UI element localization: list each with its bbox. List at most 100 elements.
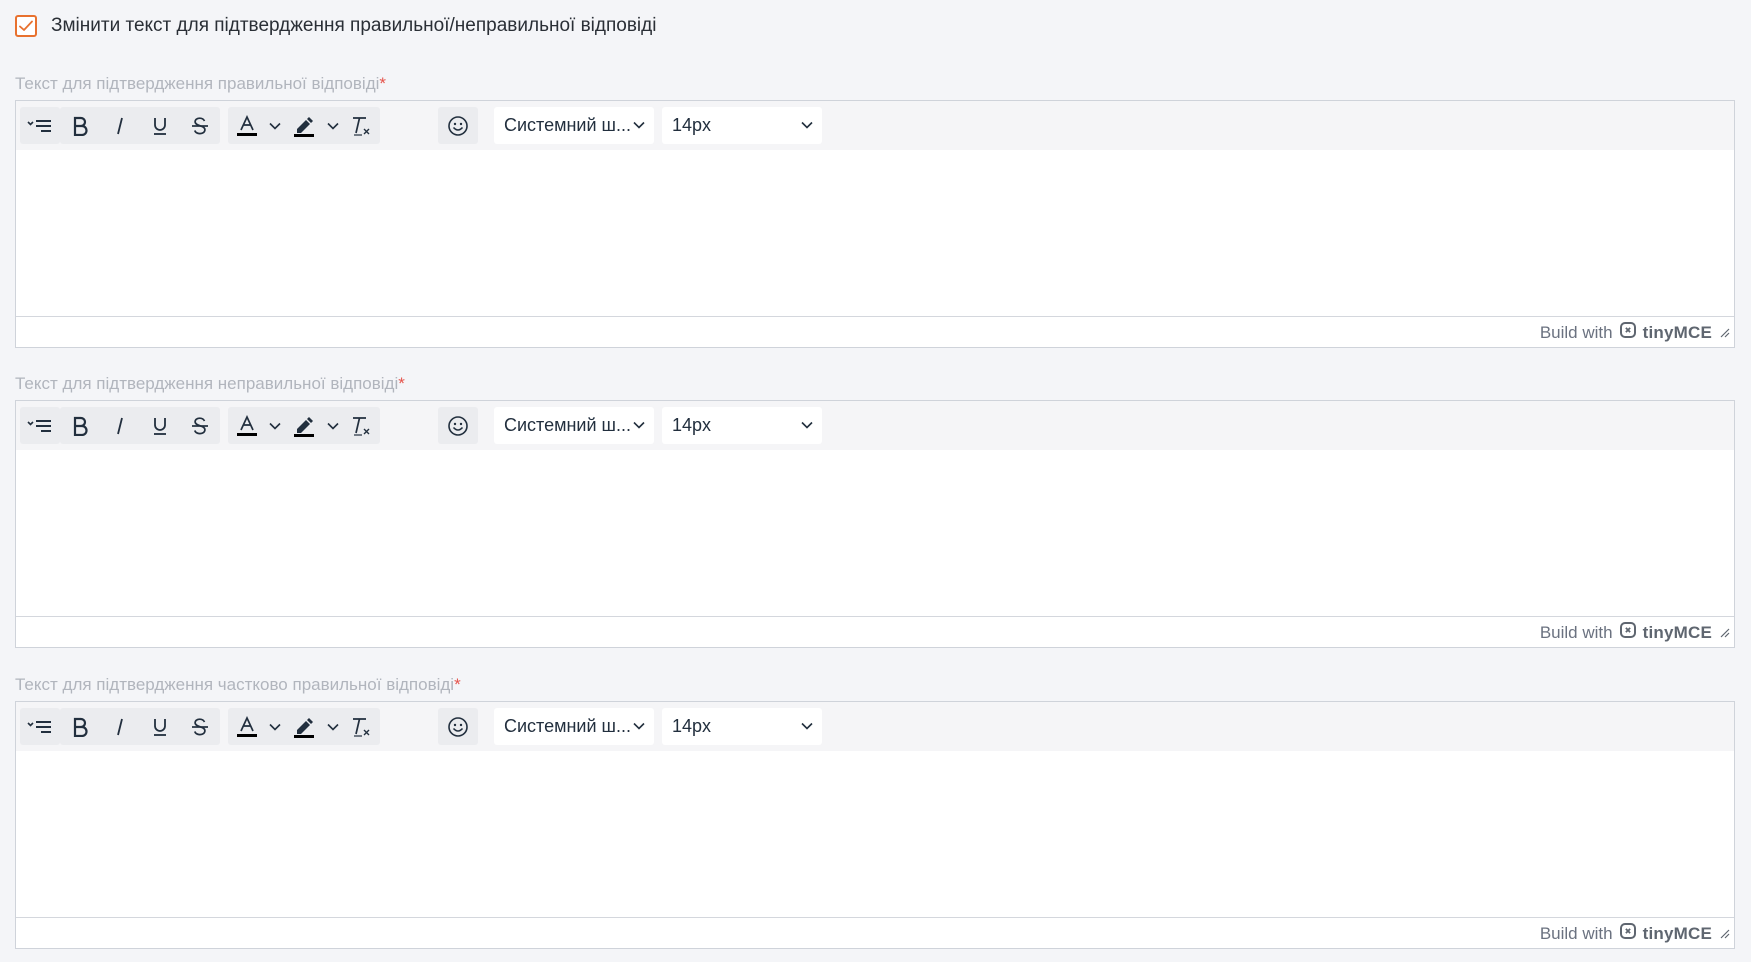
highlight-color-dropdown[interactable]: [323, 708, 343, 745]
chevron-down-icon: [268, 720, 282, 734]
font-size-select[interactable]: 14px: [662, 708, 822, 745]
highlight-color-button[interactable]: [285, 407, 322, 444]
emoji-icon: [447, 115, 469, 137]
bold-button[interactable]: [60, 407, 100, 444]
highlight-color-dropdown[interactable]: [323, 107, 343, 144]
italic-button[interactable]: [100, 407, 140, 444]
italic-icon: [111, 116, 129, 136]
tinymce-branding-link[interactable]: Build with tinyMCE: [1540, 622, 1712, 643]
branding-name: tinyMCE: [1642, 622, 1712, 642]
chevron-down-icon: [800, 416, 814, 437]
rich-text-editor: Системний ш... 14px Build with tinyMCE: [15, 100, 1735, 348]
rich-text-editor: Системний ш... 14px Build with tinyMCE: [15, 701, 1735, 949]
resize-handle-icon[interactable]: [1720, 325, 1730, 343]
strikethrough-button[interactable]: [180, 107, 220, 144]
font-family-select[interactable]: Системний ш...: [494, 708, 654, 745]
emoji-button[interactable]: [438, 708, 478, 745]
checkbox[interactable]: [15, 15, 37, 37]
strikethrough-button[interactable]: [180, 407, 220, 444]
checkbox-label: Змінити текст для підтвердження правильн…: [51, 15, 657, 36]
highlight-icon: [293, 415, 315, 437]
toolbar-group-formatting: [60, 407, 220, 444]
editor-statusbar: Build with tinyMCE: [16, 316, 1734, 347]
font-family-select[interactable]: Системний ш...: [494, 107, 654, 144]
toolbar-group-emoji: [438, 708, 478, 745]
strikethrough-icon: [190, 416, 210, 436]
text-color-button[interactable]: [228, 708, 265, 745]
field-label: Текст для підтвердження правильної відпо…: [15, 74, 387, 93]
font-family-value: Системний ш...: [504, 115, 631, 135]
font-size-select[interactable]: 14px: [662, 107, 822, 144]
editor-toolbar: Системний ш... 14px: [16, 101, 1734, 151]
clear-formatting-button[interactable]: [343, 407, 380, 444]
chevron-down-icon: [632, 416, 646, 437]
toolbar-group-formatting: [60, 708, 220, 745]
toolbar-group-emoji: [438, 107, 478, 144]
branding-name: tinyMCE: [1642, 923, 1712, 943]
underline-button[interactable]: [140, 107, 180, 144]
font-family-select[interactable]: Системний ш...: [494, 407, 654, 444]
tinymce-logo-icon: [1619, 923, 1636, 944]
font-family-value: Системний ш...: [504, 716, 631, 736]
toolbar-group-colors: [228, 708, 380, 745]
field-label: Текст для підтвердження неправильної від…: [15, 374, 405, 393]
editor-toolbar: Системний ш... 14px: [16, 401, 1734, 451]
text-color-dropdown[interactable]: [265, 708, 285, 745]
underline-icon: [151, 717, 169, 737]
chevron-down-icon: [326, 720, 340, 734]
chevron-down-icon: [800, 717, 814, 738]
text-color-button[interactable]: [228, 107, 265, 144]
font-size-value: 14px: [672, 115, 712, 135]
highlight-color-button[interactable]: [285, 708, 322, 745]
emoji-button[interactable]: [438, 407, 478, 444]
text-color-dropdown[interactable]: [265, 407, 285, 444]
highlight-color-button[interactable]: [285, 107, 322, 144]
change-confirmation-text-toggle[interactable]: Змінити текст для підтвердження правильн…: [15, 15, 656, 37]
underline-button[interactable]: [140, 407, 180, 444]
underline-icon: [151, 116, 169, 136]
chevron-down-icon: [268, 419, 282, 433]
text-color-dropdown[interactable]: [265, 107, 285, 144]
highlight-color-dropdown[interactable]: [323, 407, 343, 444]
emoji-button[interactable]: [438, 107, 478, 144]
editor-content-area[interactable]: [16, 150, 1734, 316]
align-icon: [27, 418, 53, 434]
resize-handle-icon[interactable]: [1720, 625, 1730, 643]
field-label: Текст для підтвердження частково правиль…: [15, 675, 461, 694]
text-color-button[interactable]: [228, 407, 265, 444]
font-size-select[interactable]: 14px: [662, 407, 822, 444]
branding-prefix: Build with: [1539, 322, 1613, 342]
tinymce-branding-link[interactable]: Build with tinyMCE: [1540, 923, 1712, 944]
toolbar-group-align: [20, 107, 60, 144]
toolbar-group-formatting: [60, 107, 220, 144]
clear-formatting-button[interactable]: [343, 708, 380, 745]
font-family-value: Системний ш...: [504, 415, 631, 435]
bold-icon: [71, 717, 89, 737]
align-icon: [27, 719, 53, 735]
tinymce-branding-link[interactable]: Build with tinyMCE: [1540, 322, 1712, 343]
editor-statusbar: Build with tinyMCE: [16, 616, 1734, 647]
editor-content-area[interactable]: [16, 450, 1734, 616]
underline-button[interactable]: [140, 708, 180, 745]
chevron-down-icon: [326, 119, 340, 133]
align-button[interactable]: [20, 708, 60, 745]
incorrect-answer-field: Текст для підтвердження неправильної від…: [15, 373, 1735, 648]
toolbar-group-colors: [228, 107, 380, 144]
chevron-down-icon: [632, 717, 646, 738]
chevron-down-icon: [268, 119, 282, 133]
text-color-icon: [236, 715, 258, 738]
align-button[interactable]: [20, 407, 60, 444]
bold-button[interactable]: [60, 107, 100, 144]
resize-handle-icon[interactable]: [1720, 926, 1730, 944]
chevron-down-icon: [800, 116, 814, 137]
editor-content-area[interactable]: [16, 751, 1734, 917]
align-button[interactable]: [20, 107, 60, 144]
italic-button[interactable]: [100, 708, 140, 745]
highlight-icon: [293, 716, 315, 738]
clear-format-icon: [350, 115, 372, 137]
align-icon: [27, 118, 53, 134]
clear-formatting-button[interactable]: [343, 107, 380, 144]
strikethrough-button[interactable]: [180, 708, 220, 745]
bold-button[interactable]: [60, 708, 100, 745]
italic-button[interactable]: [100, 107, 140, 144]
